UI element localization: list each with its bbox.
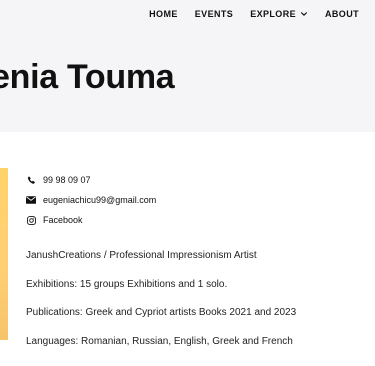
nav-events[interactable]: EVENTS [195,9,233,19]
page: HOME EVENTS EXPLORE ABOUT enia Touma 99 … [0,0,375,366]
nav-about[interactable]: ABOUT [325,9,359,19]
page-title: enia Touma [0,57,175,96]
phone-icon [26,175,36,185]
chevron-down-icon [301,12,307,16]
bio-line-publications: Publications: Greek and Cypriot artists … [26,307,297,318]
nav-explore[interactable]: EXPLORE [250,9,308,19]
artist-bio: JanushCreations / Professional Impressio… [26,248,366,362]
contact-phone: 99 98 09 07 [26,170,156,190]
email-link[interactable]: eugeniachicu99@gmail.com [43,195,156,205]
bio-line-role: JanushCreations / Professional Impressio… [26,250,257,261]
artist-photo [0,168,8,340]
facebook-link[interactable]: Facebook [43,215,83,225]
bio-line-exhibitions: Exhibitions: 15 groups Exhibitions and 1… [26,278,228,290]
nav-events-label: EVENTS [194,9,234,19]
bio-line-languages: Languages: Romanian, Russian, English, G… [26,335,293,347]
nav-explore-label: EXPLORE [250,9,296,19]
instagram-icon [26,215,36,225]
hero-band: HOME EVENTS EXPLORE ABOUT enia Touma [0,0,375,132]
contact-facebook: Facebook [26,210,156,230]
contact-list: 99 98 09 07 eugeniachicu99@gmail.com Fac… [26,170,156,230]
phone-number[interactable]: 99 98 09 07 [43,175,91,185]
top-nav: HOME EVENTS EXPLORE ABOUT [149,8,359,20]
contact-email: eugeniachicu99@gmail.com [26,190,156,210]
envelope-icon [26,195,36,205]
nav-about-label: ABOUT [325,9,359,19]
nav-home[interactable]: HOME [149,9,178,19]
nav-home-label: HOME [149,9,178,19]
